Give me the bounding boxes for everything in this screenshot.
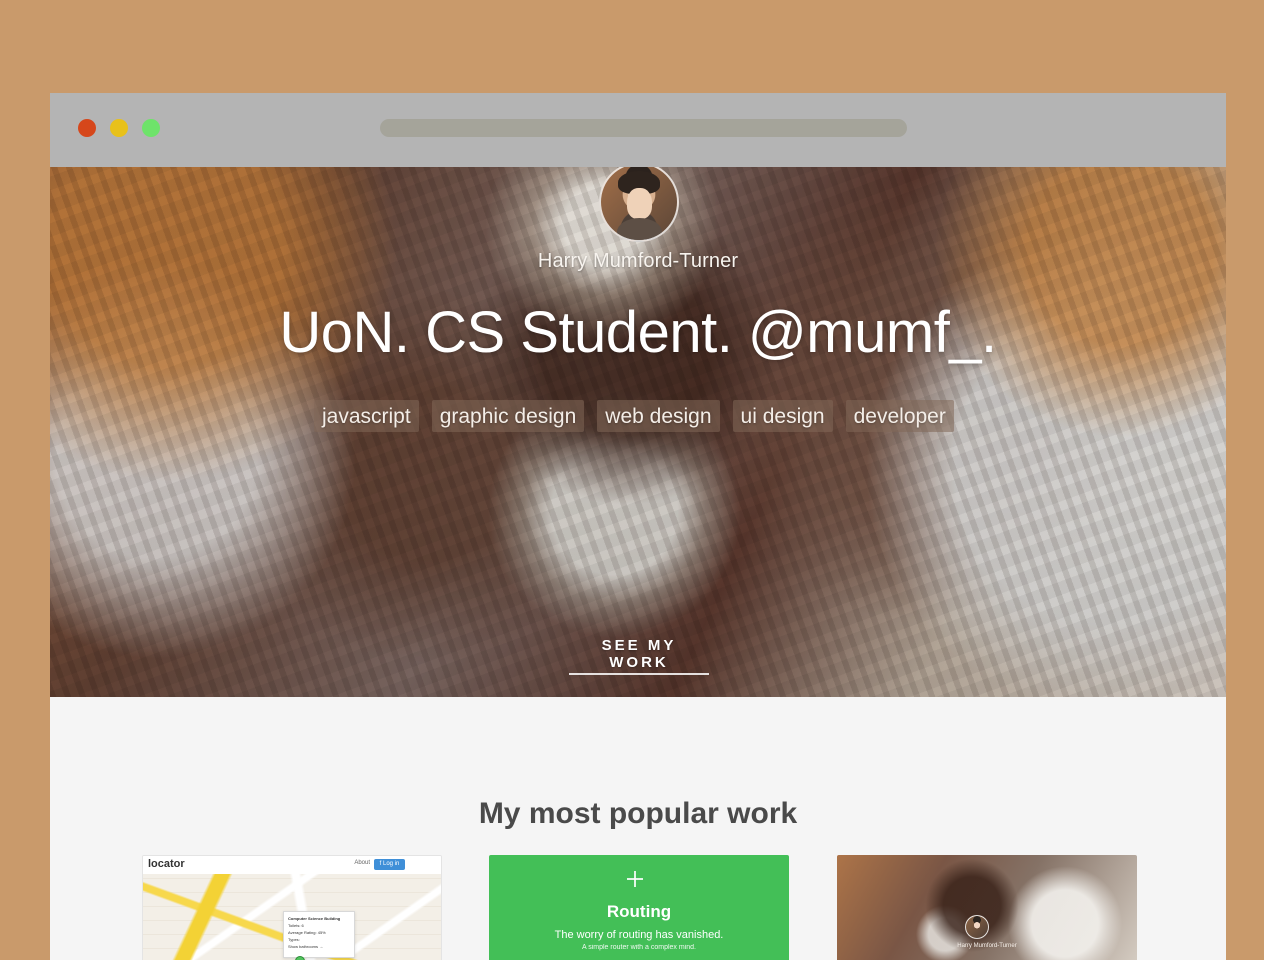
move-icon xyxy=(625,869,645,889)
maximize-window-icon[interactable] xyxy=(142,119,160,137)
project-card-locator[interactable]: locator About f Log in Computer Science … xyxy=(142,855,442,960)
avatar-face xyxy=(627,188,652,219)
locator-header: locator About f Log in xyxy=(143,856,441,875)
project-card-portfolio[interactable]: Harry Mumford-Turner xyxy=(837,855,1137,960)
popup-line: Types: xyxy=(288,937,300,942)
popup-line: Toilets: 6 xyxy=(288,923,304,928)
window-titlebar xyxy=(50,93,1226,167)
popup-line[interactable]: Show bathrooms → xyxy=(288,943,350,950)
browser-window: Harry Mumford-Turner UoN. CS Student. @m… xyxy=(50,93,1226,960)
hero-background-image xyxy=(50,167,1226,697)
section-title: My most popular work xyxy=(478,796,798,830)
avatar-shirt xyxy=(617,218,662,240)
close-window-icon[interactable] xyxy=(78,119,96,137)
map-pin-icon xyxy=(295,956,305,960)
locator-logo: locator xyxy=(148,858,185,870)
mini-profile-name: Harry Mumford-Turner xyxy=(957,943,1017,949)
locator-map[interactable]: Computer Science Building Toilets: 6 Ave… xyxy=(143,874,441,960)
address-bar[interactable] xyxy=(380,119,907,137)
popup-title: Computer Science Building xyxy=(288,916,341,921)
tag-ui-design: ui design xyxy=(732,400,833,432)
mini-avatar xyxy=(965,915,989,939)
hero-section: Harry Mumford-Turner UoN. CS Student. @m… xyxy=(50,167,1226,697)
skill-tags: javascript graphic design web design ui … xyxy=(314,400,954,432)
popular-work-section: My most popular work locator About f Log… xyxy=(50,697,1226,960)
profile-name: Harry Mumford-Turner xyxy=(537,250,739,272)
routing-description: The worry of routing has vanished. xyxy=(554,929,724,941)
routing-subdescription: A simple router with a complex mind. xyxy=(582,944,696,951)
see-my-work-link[interactable]: SEE MY WORK xyxy=(569,637,709,675)
locator-popup: Computer Science Building Toilets: 6 Ave… xyxy=(283,911,355,958)
locator-login-button[interactable]: f Log in xyxy=(374,859,405,870)
minimize-window-icon[interactable] xyxy=(110,119,128,137)
tag-graphic-design: graphic design xyxy=(431,400,585,432)
routing-title: Routing xyxy=(606,902,672,921)
tag-javascript: javascript xyxy=(314,400,419,432)
locator-about-link[interactable]: About xyxy=(354,860,370,866)
hero-headline: UoN. CS Student. @mumf_. xyxy=(279,300,997,365)
popup-line: Average Rating: 45% xyxy=(288,930,326,935)
tag-developer: developer xyxy=(845,400,954,432)
project-card-routing[interactable]: Routing The worry of routing has vanishe… xyxy=(489,855,789,960)
tag-web-design: web design xyxy=(597,400,720,432)
